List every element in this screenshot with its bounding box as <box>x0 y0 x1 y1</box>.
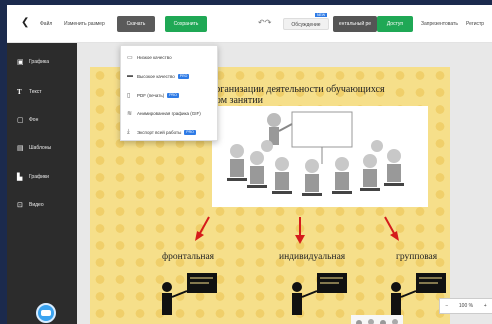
teacher-students-illustration <box>227 111 404 196</box>
label-frontal[interactable]: фронтальная <box>162 252 214 262</box>
sidebar-item-label: Текст <box>29 89 42 95</box>
templates-icon: ▤ <box>17 145 24 152</box>
sidebar-item-label: Фон <box>29 117 39 123</box>
teacher-at-board-icon <box>292 273 347 315</box>
presentation-button[interactable]: ентальный ре <box>333 16 377 32</box>
thumbnail-strip-icon <box>356 319 398 324</box>
download-option-high-quality[interactable]: ▬ Высокое качество PRO <box>127 70 190 82</box>
menu-item-label: PDF (печать) <box>137 92 165 98</box>
zoom-control: − 100 % + <box>439 298 492 314</box>
slide-title[interactable]: ы организации деятельности обучающихся е… <box>201 84 441 106</box>
label-individual[interactable]: индивидуальная <box>279 252 345 262</box>
slide-title-line2: ебном занятии <box>201 95 263 106</box>
sidebar-item-label: Графики <box>29 174 49 180</box>
sidebar-item-video[interactable]: ⊡ Видео <box>17 198 44 212</box>
comments-new-badge: NEW <box>315 13 328 17</box>
teacher-at-board-icon <box>162 273 217 315</box>
present-link[interactable]: Запрезентовать <box>421 21 458 27</box>
comments-label: Обсуждение <box>291 22 321 28</box>
top-toolbar: ❮ Файл Изменить размер Скачать Сохранить… <box>7 5 492 43</box>
menu-item-label: Экспорт всей работы <box>137 129 182 135</box>
classroom-illustration[interactable] <box>212 106 428 207</box>
sidebar-item-graphics[interactable]: ▣ Графика <box>17 55 49 69</box>
sidebar-item-templates[interactable]: ▤ Шаблоны <box>17 141 51 155</box>
arrow-down-left-icon <box>195 216 210 241</box>
download-dropdown-menu: ▭ Низкое качество ▬ Высокое качество PRO… <box>120 45 218 141</box>
gif-icon: ≋ <box>127 110 133 117</box>
arrow-down-right-icon <box>384 216 399 241</box>
zoom-out-button[interactable]: − <box>445 303 448 309</box>
resize-menu[interactable]: Изменить размер <box>64 21 105 27</box>
menu-item-label: Высокое качество <box>137 73 175 79</box>
editor-window: ❮ Файл Изменить размер Скачать Сохранить… <box>7 5 492 324</box>
save-button[interactable]: Сохранить <box>165 16 207 32</box>
sidebar-item-text[interactable]: T Текст <box>17 85 42 99</box>
pdf-icon: ▯ <box>127 92 131 99</box>
download-button[interactable]: Скачать <box>117 16 155 32</box>
label-group[interactable]: групповая <box>396 252 437 262</box>
zoom-level: 100 % <box>458 303 474 309</box>
sidebar-item-label: Шаблоны <box>29 145 52 151</box>
register-link[interactable]: Регистр <box>466 21 484 27</box>
comments-button[interactable]: Обсуждение <box>283 18 329 30</box>
sidebar-item-label: Видео <box>29 202 44 208</box>
sidebar-item-charts[interactable]: ▙ Графики <box>17 170 49 184</box>
pro-badge: PRO <box>177 73 190 79</box>
download-option-export-all[interactable]: ⤓ Экспорт всей работы PRO <box>127 126 196 138</box>
left-sidebar: ▣ Графика T Текст ▢ Фон ▤ Шаблоны ▙ Граф… <box>7 43 77 324</box>
slide-title-line1: ы организации деятельности обучающихся <box>201 84 385 95</box>
back-arrow-icon[interactable]: ❮ <box>21 17 29 28</box>
page-thumbnails[interactable] <box>351 315 403 324</box>
file-icon: ▭ <box>127 54 133 61</box>
file-menu[interactable]: Файл <box>40 21 52 27</box>
text-icon: T <box>17 88 22 96</box>
background-icon: ▢ <box>17 117 24 124</box>
pro-badge: PRO <box>184 129 196 135</box>
download-option-gif[interactable]: ≋ Анимированная графика (GIF) <box>127 107 201 119</box>
video-icon: ⊡ <box>17 202 23 209</box>
hd-icon: ▬ <box>127 73 133 79</box>
download-option-pdf[interactable]: ▯ PDF (печать) PRO <box>127 89 179 101</box>
menu-item-label: Анимированная графика (GIF) <box>137 110 201 116</box>
chat-icon <box>41 310 51 316</box>
pro-badge: PRO <box>167 92 179 98</box>
share-button[interactable]: Доступ <box>377 16 413 32</box>
export-icon: ⤓ <box>127 128 130 135</box>
download-option-low-quality[interactable]: ▭ Низкое качество <box>127 51 172 63</box>
zoom-in-button[interactable]: + <box>484 303 487 309</box>
menu-item-label: Низкое качество <box>137 54 172 60</box>
chart-icon: ▙ <box>17 174 23 181</box>
arrow-down-icon <box>295 217 305 244</box>
sidebar-item-label: Графика <box>29 59 49 65</box>
undo-redo-icon[interactable]: ↶↷ <box>258 18 271 27</box>
chat-support-button[interactable] <box>36 303 56 323</box>
sidebar-item-background[interactable]: ▢ Фон <box>17 113 38 127</box>
image-icon: ▣ <box>17 59 24 66</box>
